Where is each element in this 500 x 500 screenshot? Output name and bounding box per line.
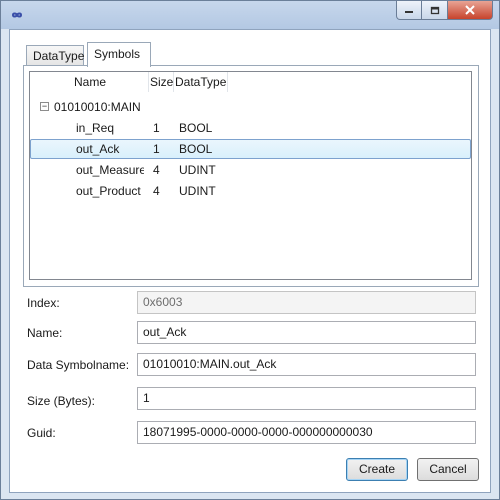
size-bytes-field[interactable]: 1 xyxy=(137,387,476,410)
close-button[interactable] xyxy=(448,1,493,20)
infinity-icon xyxy=(11,12,23,18)
tab-datatype[interactable]: DataType xyxy=(26,45,84,66)
row-size: 1 xyxy=(153,142,160,156)
row-name: out_Product xyxy=(76,184,141,198)
collapse-icon[interactable]: − xyxy=(40,102,49,111)
index-field: 0x6003 xyxy=(137,291,476,314)
row-name: in_Req xyxy=(76,121,115,135)
symbols-tab-panel: Name Size DataType − 01010010:MAIN in_Re… xyxy=(23,65,479,287)
guid-label: Guid: xyxy=(27,426,56,440)
row-datatype: UDINT xyxy=(179,163,216,177)
maximize-icon xyxy=(430,6,439,14)
root-node-label: 01010010:MAIN xyxy=(54,100,141,114)
tree-row[interactable]: out_Product 4 UDINT xyxy=(30,181,471,201)
tree-row-selected[interactable]: out_Ack 1 BOOL xyxy=(30,139,471,159)
name-field[interactable]: out_Ack xyxy=(137,321,476,344)
index-label: Index: xyxy=(27,296,60,310)
close-icon xyxy=(465,5,475,15)
data-symbolname-field[interactable]: 01010010:MAIN.out_Ack xyxy=(137,353,476,376)
row-datatype: BOOL xyxy=(179,142,213,156)
size-bytes-label: Size (Bytes): xyxy=(27,394,96,408)
row-size: 4 xyxy=(153,163,160,177)
row-datatype: BOOL xyxy=(179,121,213,135)
column-header-datatype[interactable]: DataType xyxy=(175,73,226,91)
column-header-size[interactable]: Size xyxy=(150,73,173,91)
minimize-button[interactable] xyxy=(396,1,422,20)
tree-root-node[interactable]: − 01010010:MAIN xyxy=(30,97,471,117)
data-symbolname-label: Data Symbolname: xyxy=(27,358,130,372)
column-header-name[interactable]: Name xyxy=(74,73,106,91)
column-divider[interactable] xyxy=(173,72,174,92)
title-bar[interactable] xyxy=(1,1,499,29)
tree-row[interactable]: out_Measure 4 UDINT xyxy=(30,160,471,180)
dialog-window: DataType Symbols Name Size DataType − 01… xyxy=(0,0,500,500)
column-divider[interactable] xyxy=(227,72,228,92)
maximize-button[interactable] xyxy=(422,1,448,20)
tree-row[interactable]: in_Req 1 BOOL xyxy=(30,118,471,138)
row-size: 4 xyxy=(153,184,160,198)
row-name: out_Ack xyxy=(76,142,120,156)
dialog-content: DataType Symbols Name Size DataType − 01… xyxy=(9,29,491,493)
cancel-button[interactable]: Cancel xyxy=(417,458,479,481)
minimize-icon xyxy=(405,11,413,13)
create-button[interactable]: Create xyxy=(346,458,408,481)
symbol-tree[interactable]: Name Size DataType − 01010010:MAIN in_Re… xyxy=(29,71,472,280)
row-datatype: UDINT xyxy=(179,184,216,198)
row-name: out_Measure xyxy=(76,163,144,177)
guid-field[interactable]: 18071995-0000-0000-0000-000000000030 xyxy=(137,421,476,444)
row-size: 1 xyxy=(153,121,160,135)
tab-symbols[interactable]: Symbols xyxy=(87,42,151,67)
column-divider[interactable] xyxy=(148,72,149,92)
name-label: Name: xyxy=(27,326,63,340)
